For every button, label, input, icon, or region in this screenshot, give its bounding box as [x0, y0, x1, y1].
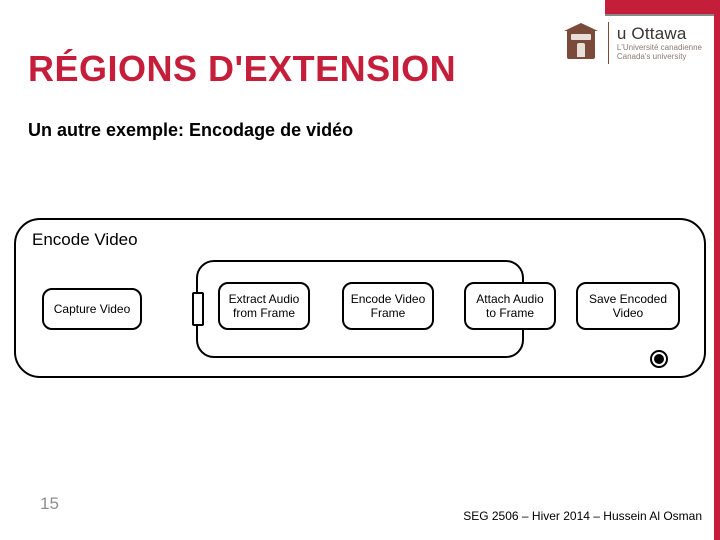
accent-grey — [605, 14, 720, 16]
activity-region-encode-video: Encode Video Capture Video Extract Audio… — [14, 218, 706, 378]
logo-building-icon — [564, 23, 598, 63]
slide-subtitle: Un autre exemple: Encodage de vidéo — [28, 120, 353, 141]
region-label: Encode Video — [32, 230, 694, 250]
logo-text: u Ottawa L'Université canadienne Canada'… — [617, 24, 702, 62]
activity-final-node-icon — [650, 350, 668, 368]
page-number: 15 — [40, 494, 59, 514]
node-extract-audio: Extract Audio from Frame — [218, 282, 310, 330]
logo-divider — [608, 22, 609, 64]
right-accent-strip — [714, 0, 720, 540]
node-capture-video: Capture Video — [42, 288, 142, 330]
logo-tagline-en: Canada's university — [617, 53, 702, 62]
node-save-video: Save Encoded Video — [576, 282, 680, 330]
node-attach-audio: Attach Audio to Frame — [464, 282, 556, 330]
footer-text: SEG 2506 – Hiver 2014 – Hussein Al Osman — [463, 509, 702, 524]
accent-red — [605, 0, 720, 14]
university-logo: u Ottawa L'Université canadienne Canada'… — [564, 22, 702, 64]
node-encode-frame: Encode Video Frame — [342, 282, 434, 330]
slide-title: RÉGIONS D'EXTENSION — [28, 48, 456, 90]
top-accent-bar — [0, 0, 720, 14]
logo-brand: u Ottawa — [617, 24, 702, 44]
